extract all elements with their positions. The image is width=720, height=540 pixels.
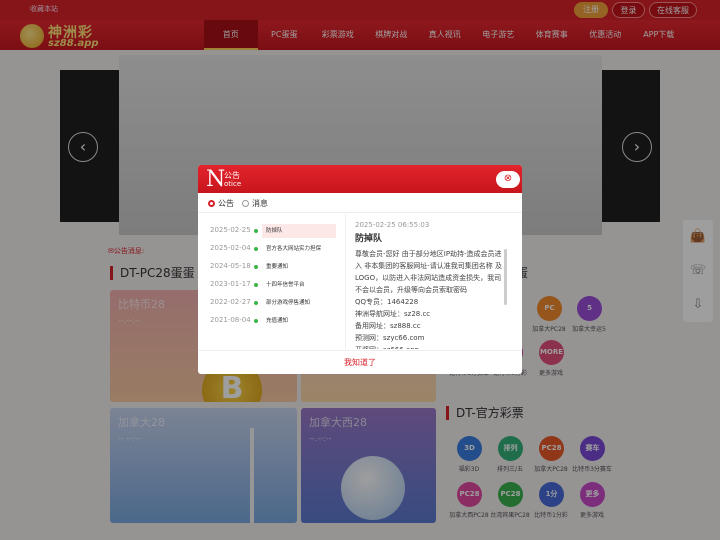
tab-message[interactable]: 消息 bbox=[242, 198, 268, 209]
notice-date: 2025-02-25 bbox=[210, 226, 251, 234]
notice-list-item[interactable]: 2022-02-27 部分游戏停售通知 bbox=[198, 294, 346, 312]
notice-title: 官方各大网站实力担保 bbox=[266, 246, 322, 252]
content-line: 神洲导航网址：sz28.cc bbox=[355, 310, 431, 318]
close-icon[interactable]: ⊗ bbox=[496, 171, 520, 188]
notice-list: 2025-02-25 防掉队 2025-02-04 官方各大网站实力担保 2024-05… bbox=[198, 214, 346, 349]
status-dot-icon bbox=[254, 319, 258, 323]
modal-subtitle: otice bbox=[224, 180, 242, 188]
radio-icon bbox=[242, 200, 249, 207]
notice-date: 2025-02-04 bbox=[210, 244, 251, 252]
radio-selected-icon bbox=[208, 200, 215, 207]
notice-date: 2022-02-27 bbox=[210, 298, 251, 306]
content-line: 开奖网：sz666.app bbox=[355, 344, 505, 349]
status-dot-icon bbox=[254, 247, 258, 251]
content-line: QQ专员：1464228 bbox=[355, 298, 419, 306]
notice-title: 部分游戏停售通知 bbox=[266, 300, 311, 306]
notice-date: 2021-08-04 bbox=[210, 316, 251, 324]
notice-list-item[interactable]: 2025-02-04 官方各大网站实力担保 bbox=[198, 240, 346, 258]
content-line: 尊敬会员-您好 由于部分地区IP劫持-造成会员进入 非本集团的客服网址-请认准我… bbox=[355, 250, 502, 294]
notice-list-item[interactable]: 2025-02-25 防掉队 bbox=[198, 222, 346, 240]
notice-list-item[interactable]: 2023-01-17 十四年信誉平台 bbox=[198, 276, 346, 294]
content-line: 备用网址：sz888.cc bbox=[355, 322, 421, 330]
notice-title: 重要通知 bbox=[266, 264, 289, 270]
content-body: 尊敬会员-您好 由于部分地区IP劫持-造成会员进入 非本集团的客服网址-请认准我… bbox=[355, 248, 505, 349]
notice-list-item[interactable]: 2024-05-18 重要通知 bbox=[198, 258, 346, 276]
content-title: 防掉队 bbox=[355, 234, 383, 244]
content-line: 预测网：szyc66.com bbox=[355, 334, 425, 342]
notice-content: 2025-02-25 06:55:03 防掉队 尊敬会员-您好 由于部分地区IP… bbox=[355, 221, 505, 349]
acknowledge-button[interactable]: 我知道了 bbox=[198, 350, 522, 374]
notice-list-item[interactable]: 2021-08-04 充值通知 bbox=[198, 312, 346, 330]
notice-modal: N 公告 otice ⊗ 公告 消息 2025-02-25 防掉队 2025-02-… bbox=[198, 165, 522, 374]
modal-header: N 公告 otice ⊗ bbox=[198, 165, 522, 193]
status-dot-icon bbox=[254, 229, 258, 233]
modal-tabs: 公告 消息 bbox=[198, 193, 522, 213]
notice-date: 2023-01-17 bbox=[210, 280, 251, 288]
status-dot-icon bbox=[254, 301, 258, 305]
notice-date: 2024-05-18 bbox=[210, 262, 251, 270]
content-date: 2025-02-25 06:55:03 bbox=[355, 221, 430, 229]
status-dot-icon bbox=[254, 283, 258, 287]
tab-notice[interactable]: 公告 bbox=[208, 198, 234, 209]
notice-title: 十四年信誉平台 bbox=[266, 282, 305, 288]
status-dot-icon bbox=[254, 265, 258, 269]
content-scrollbar[interactable] bbox=[504, 249, 507, 305]
notice-logo: N bbox=[206, 167, 226, 192]
notice-title: 防掉队 bbox=[262, 224, 336, 238]
notice-title: 充值通知 bbox=[266, 318, 289, 324]
